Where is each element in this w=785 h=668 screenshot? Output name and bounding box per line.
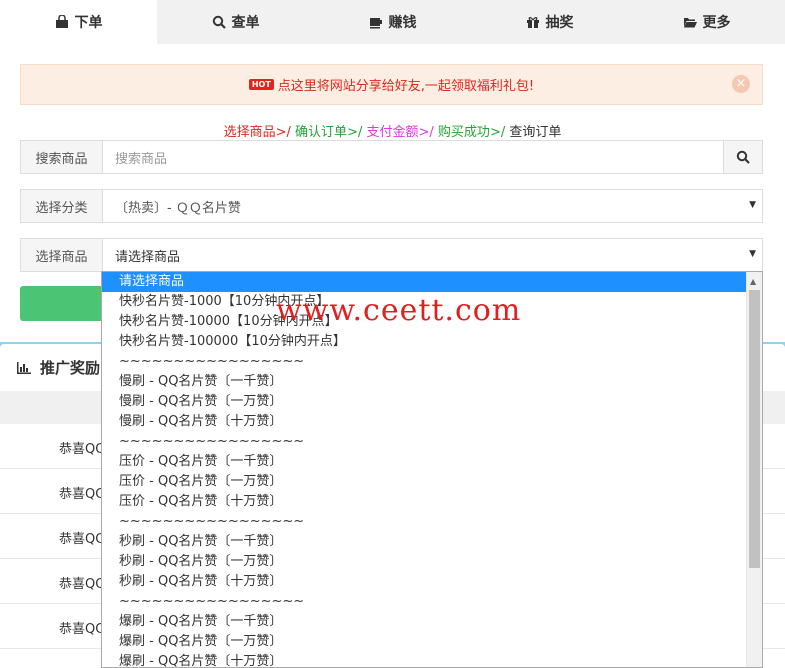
close-icon[interactable]: ×: [732, 75, 750, 93]
panel-title: 推广奖励: [16, 357, 100, 378]
search-icon: [736, 150, 750, 164]
dropdown-option[interactable]: 爆刷 - QQ名片赞〔一万赞〕: [102, 632, 762, 652]
tab-label: 下单: [74, 15, 103, 31]
category-label: 选择分类: [21, 190, 103, 222]
main-tabs: 下单 查单 赚钱 抽奖 更多: [0, 0, 785, 44]
row-text: 恭喜QQ: [59, 532, 106, 547]
dropdown-scrollbar[interactable]: ▲: [746, 272, 762, 667]
row-text: 恭喜QQ: [59, 577, 106, 592]
dropdown-option[interactable]: ~~~~~~~~~~~~~~~~~: [102, 512, 762, 532]
step-separator: >/: [418, 125, 434, 140]
dropdown-option[interactable]: 压价 - QQ名片赞〔一千赞〕: [102, 452, 762, 472]
money-icon: [369, 18, 382, 29]
search-button[interactable]: [723, 141, 762, 173]
dropdown-option[interactable]: ~~~~~~~~~~~~~~~~~: [102, 592, 762, 612]
scrollbar-thumb[interactable]: [749, 290, 760, 568]
submit-button[interactable]: [20, 286, 110, 321]
tab-query[interactable]: 查单: [157, 0, 314, 44]
dropdown-option[interactable]: 快秒名片赞-100000【10分钟内开点】: [102, 332, 762, 352]
tab-order[interactable]: 下单: [0, 0, 157, 44]
product-label: 选择商品: [21, 239, 103, 271]
dropdown-option[interactable]: 压价 - QQ名片赞〔一万赞〕: [102, 472, 762, 492]
tab-label: 更多: [702, 15, 731, 31]
row-text: 恭喜QQ: [59, 442, 106, 457]
step-separator: >/: [347, 125, 363, 140]
dropdown-option[interactable]: 请选择商品: [102, 272, 762, 292]
search-icon: [212, 15, 226, 29]
share-notice[interactable]: HOT 点这里将网站分享给好友,一起领取福利礼包! ×: [20, 64, 763, 105]
category-row: 选择分类 〔热卖〕- ＱＱ名片赞 ▼: [20, 189, 763, 223]
category-select[interactable]: 〔热卖〕- ＱＱ名片赞 ▼: [103, 190, 762, 222]
dropdown-option[interactable]: 压价 - QQ名片赞〔十万赞〕: [102, 492, 762, 512]
step-separator: >/: [489, 125, 506, 140]
watermark: www.ceett.com: [276, 293, 522, 328]
folder-open-icon: [683, 18, 697, 28]
tab-more[interactable]: 更多: [628, 0, 785, 44]
dropdown-option[interactable]: 慢刷 - QQ名片赞〔一万赞〕: [102, 392, 762, 412]
hot-badge: HOT: [248, 79, 274, 90]
search-input[interactable]: 搜索商品: [103, 141, 723, 173]
category-value: 〔热卖〕- ＱＱ名片赞: [115, 200, 241, 216]
step-pay: 支付金额: [366, 125, 419, 140]
dropdown-option[interactable]: 慢刷 - QQ名片赞〔一千赞〕: [102, 372, 762, 392]
step-separator: >/: [275, 125, 291, 140]
notice-text: 点这里将网站分享给好友,一起领取福利礼包!: [277, 79, 535, 94]
product-dropdown[interactable]: 请选择商品 快秒名片赞-1000【10分钟内开点】 快秒名片赞-10000【10…: [101, 271, 763, 668]
dropdown-option[interactable]: 慢刷 - QQ名片赞〔十万赞〕: [102, 412, 762, 432]
panel-title-text: 推广奖励: [40, 359, 101, 377]
tab-lottery[interactable]: 抽奖: [471, 0, 628, 44]
row-text: 恭喜QQ: [59, 622, 106, 637]
search-row: 搜索商品 搜索商品: [20, 140, 763, 174]
product-value: 请选择商品: [115, 249, 181, 265]
chevron-down-icon: ▼: [749, 200, 756, 210]
step-query: 查询订单: [509, 125, 562, 140]
chevron-down-icon: ▼: [749, 249, 756, 259]
dropdown-option[interactable]: 秒刷 - QQ名片赞〔十万赞〕: [102, 572, 762, 592]
shopping-bag-icon: [55, 15, 68, 28]
bar-chart-icon: [17, 361, 31, 374]
tab-label: 赚钱: [388, 15, 417, 31]
dropdown-option[interactable]: 秒刷 - QQ名片赞〔一千赞〕: [102, 532, 762, 552]
gift-icon: [526, 17, 539, 28]
step-confirm: 确认订单: [295, 125, 348, 140]
dropdown-option[interactable]: 秒刷 - QQ名片赞〔一万赞〕: [102, 552, 762, 572]
tab-earn[interactable]: 赚钱: [314, 0, 471, 44]
dropdown-option[interactable]: ~~~~~~~~~~~~~~~~~: [102, 352, 762, 372]
order-steps: 选择商品>/ 确认订单>/ 支付金额>/ 购买成功>/ 查询订单: [0, 121, 785, 140]
product-select[interactable]: 请选择商品 ▼: [103, 239, 762, 271]
step-success: 购买成功: [437, 125, 490, 140]
tab-label: 查单: [231, 15, 260, 31]
search-placeholder: 搜索商品: [115, 151, 168, 167]
scroll-up-icon[interactable]: ▲: [750, 277, 756, 286]
product-row: 选择商品 请选择商品 ▼: [20, 238, 763, 272]
search-label: 搜索商品: [21, 141, 103, 173]
dropdown-option[interactable]: ~~~~~~~~~~~~~~~~~: [102, 432, 762, 452]
dropdown-option[interactable]: 爆刷 - QQ名片赞〔十万赞〕: [102, 652, 762, 667]
dropdown-option[interactable]: 爆刷 - QQ名片赞〔一千赞〕: [102, 612, 762, 632]
tab-label: 抽奖: [545, 15, 574, 31]
row-text: 恭喜QQ: [59, 487, 106, 502]
step-select: 选择商品: [223, 125, 276, 140]
